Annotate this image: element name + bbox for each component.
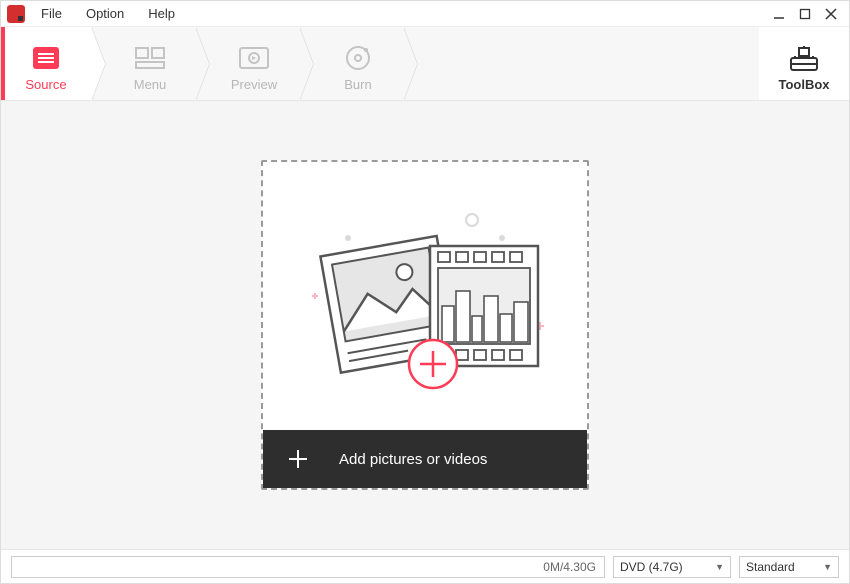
step-arrow (299, 27, 313, 101)
plus-icon (287, 448, 309, 470)
minimize-button[interactable] (771, 6, 787, 22)
quality-value: Standard (746, 560, 795, 574)
step-preview[interactable]: Preview (209, 27, 299, 100)
disc-type-select[interactable]: DVD (4.7G) ▼ (613, 556, 731, 578)
step-bar: Source Menu Preview Burn (1, 27, 849, 101)
close-button[interactable] (823, 6, 839, 22)
dropzone-label: Add pictures or videos (339, 451, 487, 468)
toolbox-icon (787, 43, 821, 73)
app-icon (7, 5, 25, 23)
step-burn-label: Burn (344, 77, 371, 92)
window-controls (771, 6, 849, 22)
quality-select[interactable]: Standard ▼ (739, 556, 839, 578)
menu-bar: File Option Help (31, 2, 185, 25)
disc-type-value: DVD (4.7G) (620, 560, 683, 574)
step-arrow (195, 27, 209, 101)
menu-step-icon (133, 43, 167, 73)
preview-icon (237, 43, 271, 73)
minimize-icon (773, 8, 785, 20)
maximize-button[interactable] (797, 6, 813, 22)
maximize-icon (799, 8, 811, 20)
step-arrow (403, 27, 417, 101)
step-menu-label: Menu (134, 77, 167, 92)
step-source-label: Source (25, 77, 66, 92)
chevron-down-icon: ▼ (823, 562, 832, 572)
step-burn[interactable]: Burn (313, 27, 403, 100)
step-menu[interactable]: Menu (105, 27, 195, 100)
disc-usage-field: 0M/4.30G (11, 556, 605, 578)
dropzone-bar: Add pictures or videos (263, 430, 587, 488)
dropzone-illustration (263, 162, 587, 430)
menu-file[interactable]: File (31, 2, 72, 25)
chevron-down-icon: ▼ (715, 562, 724, 572)
menu-help[interactable]: Help (138, 2, 185, 25)
burn-icon (341, 43, 375, 73)
source-icon (29, 43, 63, 73)
toolbox-button[interactable]: ToolBox (759, 27, 849, 100)
menu-option[interactable]: Option (76, 2, 134, 25)
toolbox-label: ToolBox (778, 77, 829, 92)
add-media-dropzone[interactable]: Add pictures or videos (261, 160, 589, 490)
app-window: File Option Help Source (0, 0, 850, 584)
titlebar: File Option Help (1, 1, 849, 27)
close-icon (825, 8, 837, 20)
step-arrow (91, 27, 105, 101)
step-preview-label: Preview (231, 77, 277, 92)
status-bar: 0M/4.30G DVD (4.7G) ▼ Standard ▼ (1, 549, 849, 583)
disc-usage-text: 0M/4.30G (543, 560, 596, 574)
step-source[interactable]: Source (1, 27, 91, 100)
content-area: Add pictures or videos (1, 101, 849, 549)
